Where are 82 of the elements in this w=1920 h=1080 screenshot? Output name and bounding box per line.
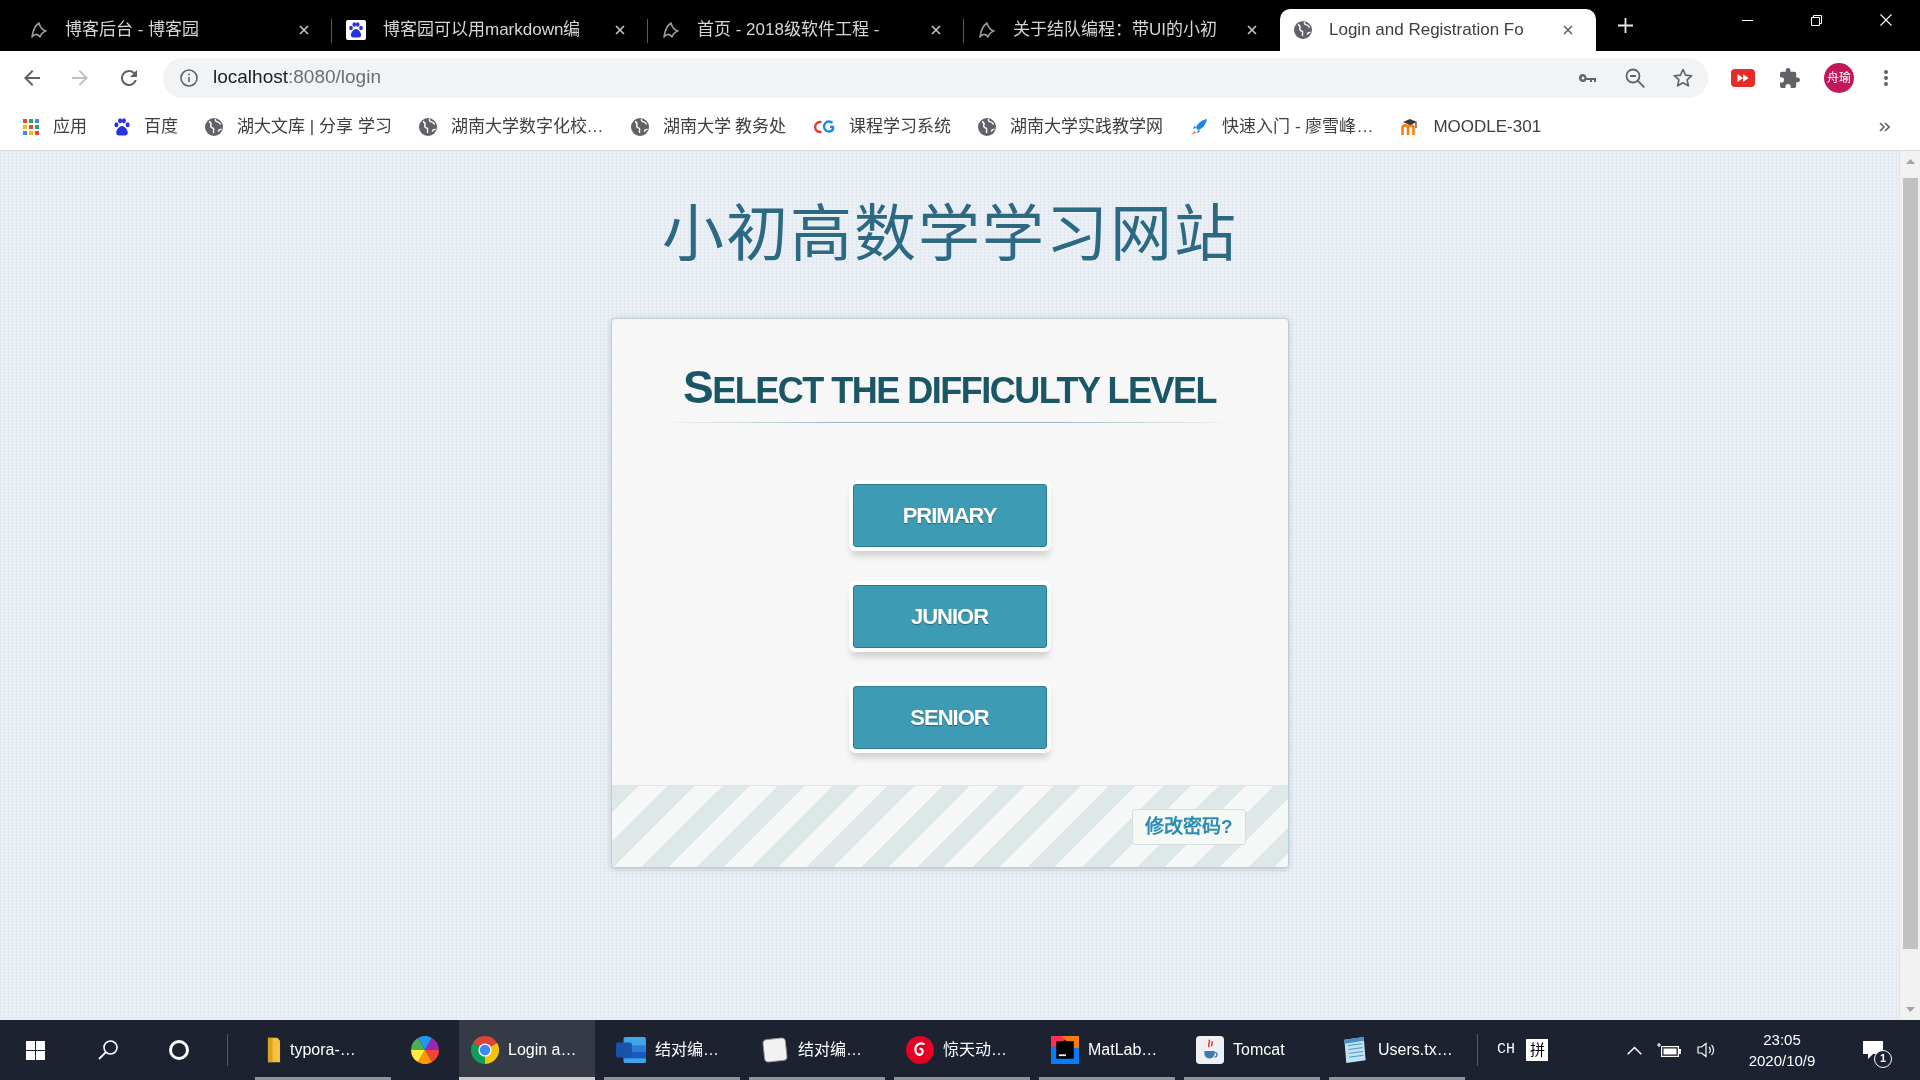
star-icon[interactable] <box>1673 67 1693 88</box>
coffee-cup-icon <box>1196 1036 1224 1064</box>
taskbar-button[interactable]: 结对编… <box>604 1020 740 1080</box>
taskbar-button[interactable]: MatLab… <box>1039 1020 1175 1080</box>
close-icon[interactable] <box>1247 25 1257 35</box>
zoom-out-icon[interactable] <box>1625 67 1645 88</box>
globe-icon <box>630 118 649 136</box>
chevron-up-icon[interactable] <box>1626 1045 1642 1055</box>
logo-icon <box>978 21 996 39</box>
search-icon[interactable] <box>97 1040 118 1060</box>
rocket-icon <box>1190 118 1209 136</box>
double-chevron-icon[interactable] <box>1879 122 1890 132</box>
bookmark-link[interactable]: 课程学习系统 <box>807 110 958 144</box>
minimize-icon[interactable] <box>1742 19 1753 21</box>
ring-icon[interactable] <box>169 1040 189 1060</box>
clock-date[interactable]: 2020/10/9 <box>1748 1050 1816 1071</box>
browser-tab[interactable]: 博客园可以用markdown编 <box>332 9 648 51</box>
battery-icon[interactable] <box>1657 1043 1681 1057</box>
browser-tab[interactable]: 关于结队编程：带UI的小初 <box>964 9 1280 51</box>
cap-logo-icon <box>1400 118 1420 136</box>
fast-forward-icon[interactable] <box>1731 68 1755 87</box>
ide-logo-icon <box>1051 1036 1079 1064</box>
clock-time[interactable]: 23:05 <box>1763 1029 1801 1050</box>
key-icon[interactable] <box>1579 73 1596 82</box>
back-arrow-icon[interactable] <box>24 69 40 86</box>
new-tab-icon[interactable] <box>1618 18 1633 33</box>
taskbar-button[interactable]: Users.tx… <box>1329 1020 1465 1080</box>
browser-tab[interactable]: 首页 - 2018级软件工程 - <box>648 9 964 51</box>
bookmark-link[interactable]: 百度 <box>108 110 184 144</box>
scrollbar-thumb[interactable] <box>1902 178 1918 949</box>
taskbar-button[interactable]: Tomcat <box>1184 1020 1320 1080</box>
puzzle-piece-icon[interactable] <box>1780 67 1800 88</box>
taskbar-button[interactable]: Login a… <box>459 1020 595 1080</box>
browser-tab[interactable]: 博客后台 - 博客园 <box>16 9 332 51</box>
globe-icon <box>1294 21 1312 39</box>
notification-icon[interactable] <box>1862 1040 1884 1060</box>
apps-grid-icon <box>23 119 39 135</box>
profile-avatar[interactable]: 舟瑜 <box>1824 62 1854 93</box>
site-title: 小初高数学学习网站 <box>661 200 1238 271</box>
restore-icon[interactable] <box>1811 14 1822 26</box>
music-logo-icon <box>906 1036 934 1064</box>
input-language-label[interactable]: CH <box>1490 1038 1522 1062</box>
info-icon[interactable] <box>180 68 198 87</box>
bookmark-link[interactable]: 湖南大学数字化校… <box>412 110 610 144</box>
close-icon[interactable] <box>1563 25 1573 35</box>
taskbar-button[interactable]: 惊天动… <box>894 1020 1030 1080</box>
folder-icon <box>267 1036 281 1064</box>
windows-logo-icon[interactable] <box>25 1040 45 1060</box>
close-icon[interactable] <box>615 25 625 35</box>
paw-icon <box>114 118 130 136</box>
close-icon[interactable] <box>931 25 941 35</box>
logo-icon <box>662 21 680 39</box>
panel-heading: SELECT THE DIFFICULTY LEVEL <box>683 360 1216 415</box>
round-logo-icon <box>471 1036 499 1064</box>
arcs-logo-icon <box>813 120 836 134</box>
browser-tab[interactable]: Login and Registration Fo <box>1280 9 1596 51</box>
bookmark-link[interactable]: 快速入门 - 廖雪峰… <box>1184 110 1380 144</box>
globe-icon <box>418 118 437 136</box>
tile-icon <box>761 1036 789 1064</box>
globe-icon <box>978 118 997 136</box>
bookmark-link[interactable]: 应用 <box>17 110 93 144</box>
bookmark-link[interactable]: 湖南大学 教务处 <box>624 110 793 144</box>
bookmark-link[interactable]: MOODLE-301 <box>1394 110 1548 144</box>
bookmark-link[interactable]: 湖南大学实践教学网 <box>972 110 1170 144</box>
globe-icon <box>205 118 223 136</box>
kebab-menu-icon[interactable] <box>1884 69 1888 86</box>
bookmark-link[interactable]: 湖大文库 | 分享 学习 <box>199 110 398 144</box>
taskbar-button[interactable]: 结对编… <box>749 1020 885 1080</box>
address-field[interactable]: localhost:8080/login <box>163 57 1708 98</box>
taskbar-button[interactable]: typora-… <box>255 1020 391 1080</box>
notepad-icon <box>1341 1036 1369 1064</box>
input-mode-label[interactable]: 拼 <box>1526 1039 1548 1061</box>
logo-icon <box>30 21 48 39</box>
change-password-link[interactable]: 修改密码? <box>1131 808 1246 845</box>
pinwheel-icon <box>411 1036 439 1064</box>
paw-icon <box>346 20 366 40</box>
notification-count: 1 <box>1874 1050 1892 1068</box>
reload-icon[interactable] <box>121 69 137 86</box>
close-icon[interactable] <box>299 25 309 35</box>
document-tiles-icon <box>616 1036 646 1064</box>
scrollbar[interactable] <box>1899 151 1920 1020</box>
speaker-icon[interactable] <box>1697 1042 1715 1058</box>
